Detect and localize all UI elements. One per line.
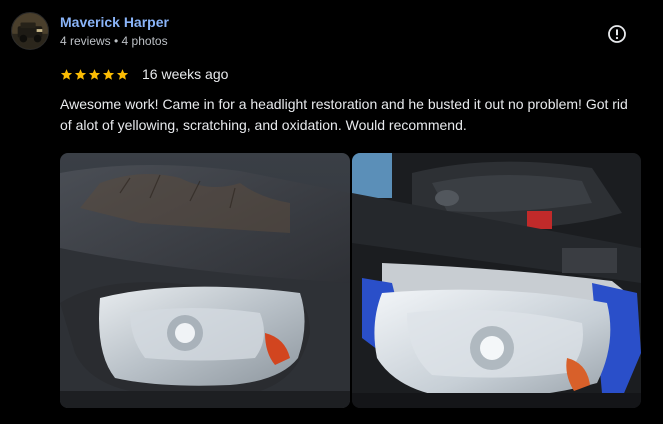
headlight-exterior-photo <box>60 153 350 408</box>
star-icon <box>102 68 115 80</box>
star-icon <box>88 68 101 80</box>
review-text: Awesome work! Came in for a headlight re… <box>60 96 628 133</box>
rating-row: 16 weeks ago <box>60 66 228 82</box>
star-icon <box>60 68 73 80</box>
review-card: Maverick Harper 4 reviews • 4 photos 16 … <box>0 0 663 424</box>
exclamation-circle-icon <box>608 25 626 43</box>
star-icon <box>74 68 87 80</box>
star-icon <box>116 68 129 80</box>
author-avatar[interactable] <box>11 12 49 50</box>
author-name[interactable]: Maverick Harper <box>60 14 169 30</box>
report-button[interactable] <box>607 24 627 44</box>
review-photo-2[interactable] <box>352 153 641 408</box>
review-photo-1[interactable] <box>60 153 350 408</box>
author-meta: 4 reviews • 4 photos <box>60 34 168 48</box>
headlight-masked-photo <box>352 153 641 408</box>
star-rating <box>60 68 129 81</box>
avatar-photo-icon <box>12 13 48 49</box>
review-time: 16 weeks ago <box>142 66 229 82</box>
